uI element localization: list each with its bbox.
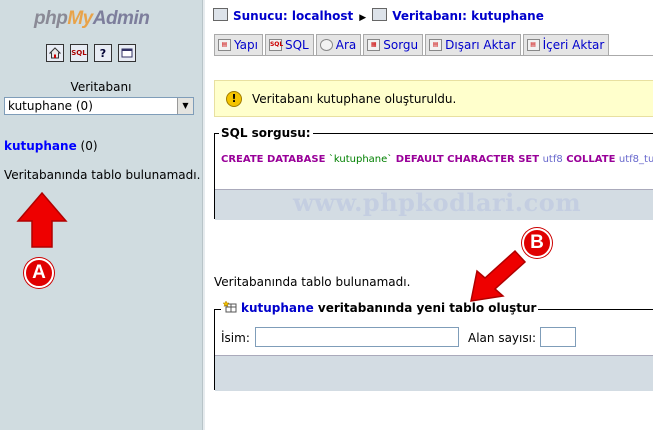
structure-icon: ▤	[218, 39, 231, 51]
sql-keyword: COLLATE	[566, 154, 616, 165]
search-icon	[319, 39, 333, 51]
create-table-box: kutuphane veritabanında yeni tablo oluşt…	[214, 300, 653, 391]
sql-tab-icon: SQL	[268, 39, 283, 51]
sql-query-legend: SQL sorgusu:	[219, 126, 313, 140]
table-name-input[interactable]	[255, 327, 459, 347]
tab-bar: ▤ Yapı SQL SQL Ara ▦ Sorgu ▤ Dışarı Aktar ▤ İ…	[214, 34, 610, 55]
tab-structure-label: Yapı	[234, 38, 258, 52]
sql-icon[interactable]: SQL	[70, 44, 88, 62]
nav-no-tables-text: Veritabanında tablo bulunamadı.	[4, 168, 201, 182]
annotation-marker-a: A	[24, 258, 54, 288]
breadcrumb-server[interactable]: Sunucu: localhost	[233, 9, 353, 23]
import-icon: ▤	[526, 39, 540, 51]
tab-search[interactable]: Ara	[315, 34, 362, 55]
database-select-value: kutuphane (0)	[8, 99, 93, 113]
database-icon	[372, 8, 388, 21]
home-icon[interactable]	[46, 44, 64, 62]
sql-collation: utf8_turkish_ci	[618, 154, 653, 165]
tab-bar-underline	[214, 55, 653, 56]
new-table-icon	[222, 300, 237, 313]
query-icon: ▦	[367, 39, 381, 51]
sql-query-text: CREATE DATABASE `kutuphane` DEFAULT CHAR…	[221, 154, 653, 165]
database-table-count: (0)	[80, 139, 98, 153]
sql-keyword: DEFAULT CHARACTER SET	[395, 154, 540, 165]
annotation-arrow-up-icon	[16, 191, 68, 248]
tab-structure[interactable]: ▤ Yapı	[214, 34, 263, 55]
sql-keyword: CREATE DATABASE	[221, 154, 326, 165]
annotation-arrow-down-left-icon	[470, 249, 527, 302]
main-no-tables-text: Veritabanında tablo bulunamadı.	[214, 275, 411, 289]
sql-database-name: `kutuphane`	[328, 154, 393, 165]
tab-query-label: Sorgu	[383, 38, 419, 52]
tab-import[interactable]: ▤ İçeri Aktar	[522, 34, 610, 55]
navigation-frame: phpMyAdmin SQL ? Veritabanı kutuphane (0…	[0, 0, 202, 430]
tab-search-label: Ara	[335, 38, 357, 52]
success-notice: ! Veritabanı kutuphane oluşturuldu.	[214, 80, 653, 117]
server-icon	[213, 8, 228, 21]
tab-export-label: Dışarı Aktar	[445, 38, 516, 52]
chevron-down-icon[interactable]: ▼	[177, 98, 193, 114]
database-select[interactable]: kutuphane (0) ▼	[4, 97, 194, 115]
query-window-icon[interactable]	[118, 44, 136, 62]
database-label: Veritabanı	[70, 80, 132, 94]
breadcrumb: Sunucu: localhost ▶ Veritabanı: kutuphane	[213, 8, 544, 23]
database-link[interactable]: kutuphane (0)	[4, 139, 98, 153]
tab-sql-label: SQL	[284, 38, 309, 52]
content-frame: Sunucu: localhost ▶ Veritabanı: kutuphane …	[205, 0, 653, 430]
tab-export[interactable]: ▤ Dışarı Aktar	[425, 34, 521, 55]
tab-import-label: İçeri Aktar	[542, 38, 605, 52]
breadcrumb-separator-icon: ▶	[359, 13, 367, 23]
tab-sql[interactable]: SQL SQL	[264, 34, 314, 55]
field-count-label: Alan sayısı:	[468, 331, 536, 345]
sql-charset: utf8	[542, 154, 563, 165]
breadcrumb-database[interactable]: Veritabanı: kutuphane	[392, 9, 544, 23]
table-name-label: İsim:	[221, 331, 250, 345]
notice-text: Veritabanı kutuphane oluşturuldu.	[252, 91, 457, 106]
tab-query[interactable]: ▦ Sorgu	[363, 34, 424, 55]
notice-icon: !	[226, 90, 242, 107]
create-table-footer	[215, 355, 653, 391]
help-icon[interactable]: ?	[94, 44, 112, 62]
create-table-db-name: kutuphane	[241, 301, 314, 315]
field-count-input[interactable]	[540, 327, 576, 347]
database-link-name[interactable]: kutuphane	[4, 139, 77, 153]
nav-icon-bar: SQL ?	[46, 44, 136, 62]
export-icon: ▤	[429, 39, 443, 51]
phpmyadmin-logo[interactable]: phpMyAdmin	[34, 8, 150, 30]
watermark: www.phpkodlari.com	[293, 188, 582, 217]
